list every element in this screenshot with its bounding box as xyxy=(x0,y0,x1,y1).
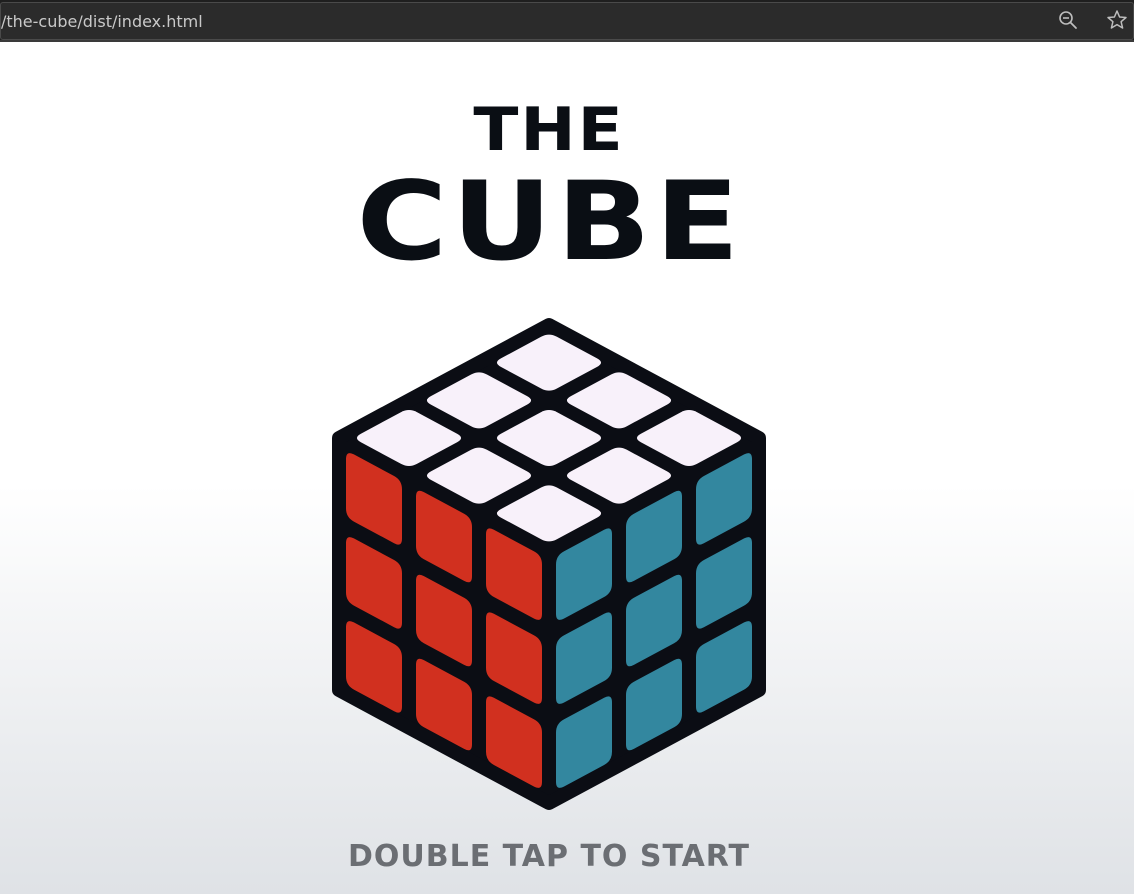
address-bar-url[interactable]: /the-cube/dist/index.html xyxy=(1,12,203,31)
address-bar[interactable]: /the-cube/dist/index.html xyxy=(0,2,1134,40)
cube-body-shape xyxy=(332,318,766,810)
zoom-out-icon[interactable] xyxy=(1057,9,1079,31)
rubiks-cube[interactable] xyxy=(0,42,1134,894)
cube-body xyxy=(332,318,766,810)
bookmark-star-icon[interactable] xyxy=(1106,9,1128,31)
start-prompt[interactable]: DOUBLE TAP TO START xyxy=(0,842,1098,872)
game-screen[interactable]: THE CUBE DOUBLE TAP TO START xyxy=(0,42,1134,894)
browser-toolbar: /the-cube/dist/index.html xyxy=(0,0,1134,42)
